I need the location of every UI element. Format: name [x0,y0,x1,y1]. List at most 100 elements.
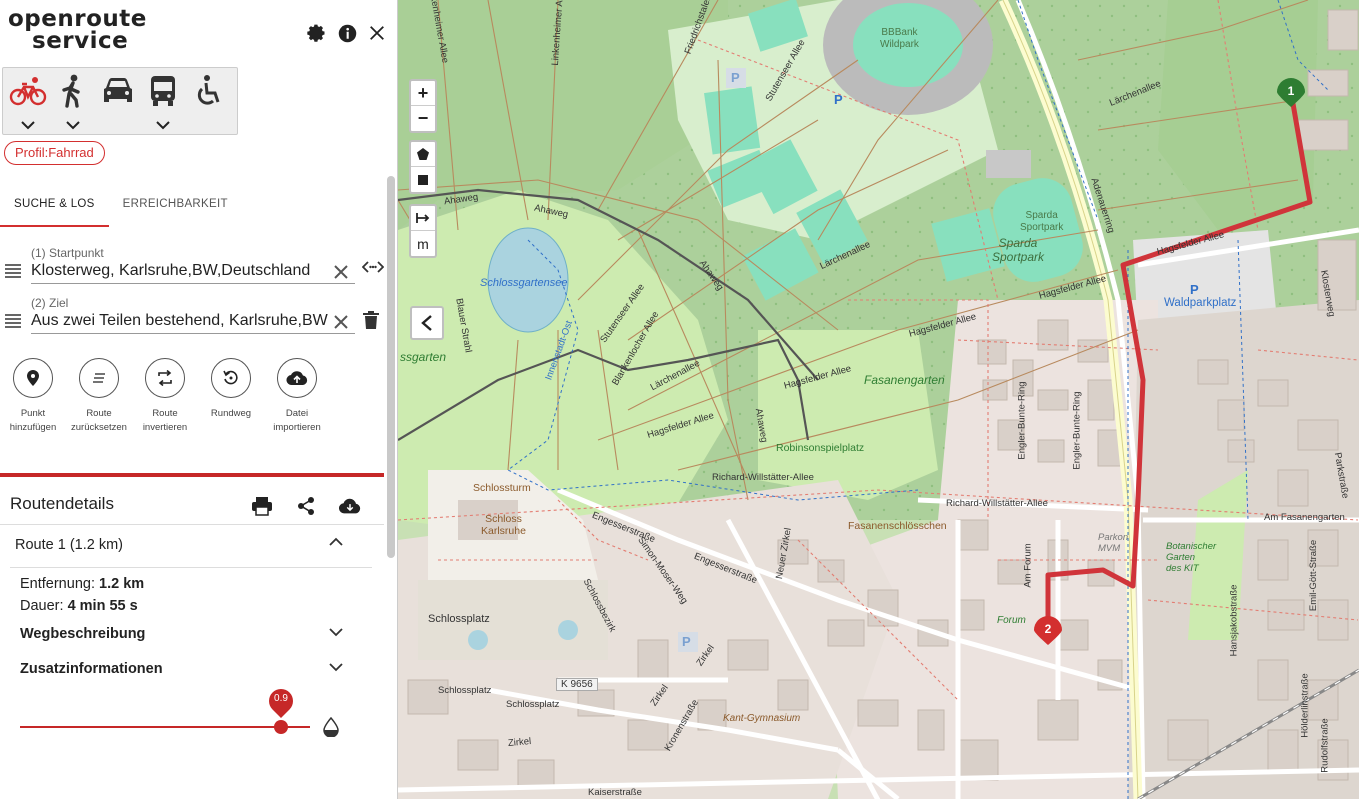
fasanenschloesschen-label: Fasanenschlösschen [848,520,947,532]
hagsfelder4-label: Hagsfelder Allee [1037,273,1108,302]
add-point-line2: hinzufügen [9,422,57,433]
measure-unit-button[interactable]: m [411,231,435,256]
draw-polygon-button[interactable] [411,142,435,167]
botanischer-line2: Garten [1166,552,1196,563]
route-details-title: Routendetails [10,494,114,513]
openrouteservice-logo[interactable]: openroute service [8,6,158,53]
gear-icon[interactable] [306,22,328,44]
trash-icon[interactable] [362,310,380,330]
measure-button[interactable] [411,206,435,231]
measure-icon [416,213,430,223]
route-details-panel: Routendetails Route 1 (1.2 km) Entfernun… [0,473,384,799]
parkon-line2: MVM [1098,543,1121,554]
profile-selector [2,67,238,135]
chevron-up-icon[interactable] [328,537,344,547]
divider [0,524,384,525]
profile-walking[interactable] [53,74,93,134]
chevron-down-icon [66,121,80,130]
import-file-line1: Datei [285,408,309,419]
map-view[interactable]: BBBank Wildpark Sparda Sportpark Sparda Spo… [398,0,1359,799]
tab-bar: SUCHE & LOS ERREICHBARKEIT [0,187,242,227]
chevron-down-icon[interactable] [328,627,344,637]
add-point-button[interactable]: Punkt hinzufügen [0,358,66,435]
parking-p3-label: P [731,70,740,85]
walking-icon [62,74,80,108]
profile-bus[interactable] [143,74,183,134]
ahaweg2-label: Ahaweg [533,202,570,221]
waypoint-start-input[interactable]: Klosterweg, Karlsruhe,BW,Deutschland [31,262,355,284]
info-icon[interactable] [336,22,358,44]
share-icon[interactable] [295,495,317,517]
invert-route-button[interactable]: Route invertieren [132,358,198,435]
profile-wheelchair[interactable] [189,74,229,134]
extra-info-section[interactable]: Zusatzinformationen [20,661,163,677]
laerchenallee2-label: Lärchenallee [818,239,873,272]
reset-route-line1: Route [86,408,112,419]
drag-handle-icon[interactable] [4,264,22,278]
parking-p-label: P [1190,282,1199,297]
waldparkplatz-label: Waldparkplatz [1164,297,1237,309]
sparda-big-line2: Sportpark [992,250,1045,264]
duration-label: Dauer: [20,598,64,614]
zoom-in-button[interactable]: + [411,81,435,106]
car-icon [104,78,132,102]
round-trip-line1: Rundweg [210,408,252,419]
botanischer-label: Botanischer Garten des KIT [1166,541,1216,574]
opacity-slider-thumb[interactable] [274,720,288,734]
import-file-line2: importieren [273,422,321,433]
cloud-download-icon[interactable] [339,495,361,517]
cloud-upload-icon [286,371,308,386]
linkenheimer-label: Linkenheimer Allee [549,0,567,66]
directions-section[interactable]: Wegbeschreibung [20,626,145,642]
profile-bicycle[interactable] [8,74,48,134]
polygon-icon [417,148,429,160]
draw-control [409,140,437,194]
draw-rectangle-button[interactable] [411,167,435,192]
engler2-label: Engler-Bunte-Ring [1071,391,1083,470]
reset-route-button[interactable]: Route zurücksetzen [66,358,132,435]
clear-icon[interactable] [333,264,349,280]
marker-end-number[interactable]: 2 [1041,622,1055,636]
round-trip-button[interactable]: Rundweg [198,358,264,435]
chevron-left-icon [421,315,432,331]
stadium-label-line1: BBBank [881,27,918,38]
bicycle-icon [9,77,47,106]
clear-icon[interactable] [333,314,349,330]
ahaweg1-label: Ahaweg [443,191,479,208]
tab-reachability[interactable]: ERREICHBARKEIT [109,187,242,227]
hagsfelder3-label: Hagsfelder Allee [907,311,978,340]
rectangle-icon [418,174,428,185]
am-forum-label: Am Forum [1022,543,1034,588]
invert-route-line1: Route [152,408,178,419]
schlossturm-label: Schlossturm [473,482,531,494]
robinsonspielplatz-label: Robinsonspielplatz [776,442,865,454]
add-point-line1: Punkt [20,408,46,419]
waypoint-end-label: (2) Ziel [31,296,69,310]
import-file-button[interactable]: Datei importieren [264,358,330,435]
emil-gott-label: Emil-Gött-Straße [1308,539,1320,612]
distance-value: 1.2 km [99,576,145,592]
sparda-label-line2: Sportpark [1020,222,1064,233]
waypoint-menu-icon[interactable] [362,260,384,274]
print-icon[interactable] [251,495,273,517]
zirkel1-label: Zirkel [694,642,717,669]
opacity-slider-track[interactable] [20,726,310,728]
engesserstrasse2-label: Engesserstraße [692,550,759,587]
hagsfelder1-label: Hagsfelder Allee [645,410,716,441]
drag-handle-icon[interactable] [4,314,22,328]
sidebar: openroute service Profil:Fahrrad SUCHE &… [0,0,398,799]
adenauerring-label: Adenauerring [1088,176,1117,235]
fasanengarten-label: Fasanengarten [864,373,945,387]
close-icon[interactable] [366,22,388,44]
profile-car[interactable] [98,74,138,134]
chevron-down-icon[interactable] [328,662,344,672]
logo-line1: openroute [8,6,147,32]
collapse-sidebar-button[interactable] [410,306,444,340]
waypoint-end-input[interactable]: Aus zwei Teilen bestehend, Karlsruhe,BW [31,312,355,334]
zoom-out-button[interactable]: − [411,106,435,131]
marker-start-number[interactable]: 1 [1284,84,1298,98]
tab-search[interactable]: SUCHE & LOS [0,187,109,227]
route-title[interactable]: Route 1 (1.2 km) [15,537,123,553]
sparda-big-label: Sparda Sportpark [992,236,1044,264]
simon-moser-label: Simon-Moser-Weg [635,534,690,607]
